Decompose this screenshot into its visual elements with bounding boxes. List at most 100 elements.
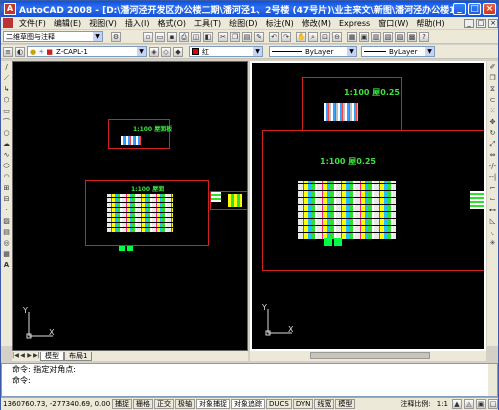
workspace-select[interactable]: 二维草图与注释 ▼: [3, 31, 103, 42]
stretch-icon[interactable]: ⇔: [488, 151, 497, 160]
lineweight-toggle[interactable]: 线宽: [314, 399, 335, 409]
menu-dimension[interactable]: 标注(N): [262, 18, 298, 29]
point-icon[interactable]: ·: [2, 206, 11, 215]
mirror-icon[interactable]: ⧖: [488, 85, 497, 94]
menu-view[interactable]: 视图(V): [85, 18, 121, 29]
snap-toggle[interactable]: 捕捉: [112, 399, 132, 409]
menu-edit[interactable]: 编辑(E): [50, 18, 85, 29]
make-current-layer-icon[interactable]: ◈: [149, 46, 159, 57]
break-icon[interactable]: ⌙: [488, 195, 497, 204]
cut-icon[interactable]: ✂: [218, 31, 228, 42]
sheet-set-icon[interactable]: ▧: [383, 31, 393, 42]
circle-icon[interactable]: ○: [2, 129, 11, 138]
command-prompt-line[interactable]: 命令:: [2, 375, 497, 386]
document-icon[interactable]: [3, 18, 13, 28]
title-bar[interactable]: A AutoCAD 2008 - [D:\潘河泾开发区办公楼二期\潘河泾1、2号…: [1, 1, 498, 17]
doc-restore-button[interactable]: □: [476, 18, 486, 28]
polyline-icon[interactable]: ↳: [2, 85, 11, 94]
revcloud-icon[interactable]: ☁: [2, 140, 11, 149]
color-select[interactable]: 红 ▼: [189, 46, 263, 57]
ellipse-icon[interactable]: ⬭: [2, 162, 11, 171]
arc-icon[interactable]: ⌒: [2, 118, 11, 127]
osnap-toggle[interactable]: 对象捕捉: [196, 399, 230, 409]
polar-toggle[interactable]: 极轴: [175, 399, 195, 409]
region-icon[interactable]: ◎: [2, 239, 11, 248]
tab-model[interactable]: 模型: [40, 351, 64, 361]
command-window[interactable]: 命令: 指定对角点: 命令:: [1, 363, 498, 397]
break-point-icon[interactable]: ⌐: [488, 184, 497, 193]
layer-previous-icon[interactable]: ◇: [161, 46, 171, 57]
quickcalc-icon[interactable]: ▩: [407, 31, 417, 42]
zoom-realtime-icon[interactable]: ⌕: [308, 31, 318, 42]
chevron-down-icon[interactable]: ▼: [425, 47, 434, 56]
spline-icon[interactable]: ∿: [2, 151, 11, 160]
linetype-select[interactable]: ByLayer ▼: [269, 46, 357, 57]
print-preview-icon[interactable]: ◫: [191, 31, 201, 42]
make-block-icon[interactable]: ⊟: [2, 195, 11, 204]
insert-block-icon[interactable]: ⊞: [2, 184, 11, 193]
save-icon[interactable]: ▪: [167, 31, 177, 42]
ducs-toggle[interactable]: DUCS: [266, 399, 292, 409]
hatch-icon[interactable]: ▨: [2, 217, 11, 226]
annotation-scale-value[interactable]: 1:1: [434, 400, 451, 408]
horizontal-scrollbar[interactable]: [250, 351, 486, 361]
markup-icon[interactable]: ▨: [395, 31, 405, 42]
otrack-toggle[interactable]: 对象追踪: [231, 399, 265, 409]
clean-screen-icon[interactable]: □: [488, 399, 498, 409]
print-icon[interactable]: ⎙: [179, 31, 189, 42]
rotate-icon[interactable]: ↻: [488, 129, 497, 138]
array-icon[interactable]: ⁙: [488, 107, 497, 116]
annotation-visibility-icon[interactable]: ▲: [452, 399, 462, 409]
menu-help[interactable]: 帮助(H): [412, 18, 448, 29]
model-toggle[interactable]: 模型: [335, 399, 356, 409]
gradient-icon[interactable]: ▤: [2, 228, 11, 237]
chevron-down-icon[interactable]: ▼: [347, 47, 356, 56]
lock-icon[interactable]: ▣: [476, 399, 486, 409]
menu-file[interactable]: 文件(F): [15, 18, 50, 29]
match-properties-icon[interactable]: ✎: [254, 31, 264, 42]
chevron-down-icon[interactable]: ▼: [93, 32, 102, 41]
layer-manager-icon[interactable]: ≡: [3, 46, 13, 57]
open-file-icon[interactable]: ▭: [155, 31, 165, 42]
undo-icon[interactable]: ↶: [269, 31, 279, 42]
menu-draw[interactable]: 绘图(D): [225, 18, 261, 29]
rectangle-icon[interactable]: ▭: [2, 107, 11, 116]
new-file-icon[interactable]: ▫: [143, 31, 153, 42]
polygon-icon[interactable]: ⬡: [2, 96, 11, 105]
tab-next-icon[interactable]: ▶: [26, 352, 33, 360]
zoom-previous-icon[interactable]: ⊖: [332, 31, 342, 42]
menu-tools[interactable]: 工具(T): [190, 18, 225, 29]
fillet-icon[interactable]: ◟: [488, 228, 497, 237]
paste-icon[interactable]: ▤: [242, 31, 252, 42]
publish-icon[interactable]: ◧: [203, 31, 213, 42]
help-icon[interactable]: ?: [419, 31, 429, 42]
redo-icon[interactable]: ↷: [281, 31, 291, 42]
zoom-window-icon[interactable]: ⊡: [320, 31, 330, 42]
chevron-down-icon[interactable]: ▼: [137, 47, 146, 56]
doc-minimize-button[interactable]: _: [464, 18, 474, 28]
doc-close-button[interactable]: ×: [488, 18, 498, 28]
tab-layout1[interactable]: 布局1: [64, 351, 93, 361]
menu-format[interactable]: 格式(O): [153, 18, 190, 29]
tool-palettes-icon[interactable]: ▥: [371, 31, 381, 42]
workspace-settings-icon[interactable]: ⚙: [111, 31, 121, 42]
copy-icon[interactable]: ❐: [488, 74, 497, 83]
menu-window[interactable]: 窗口(W): [374, 18, 412, 29]
layer-isolate-icon[interactable]: ◆: [173, 46, 183, 57]
grid-toggle[interactable]: 栅格: [133, 399, 153, 409]
trim-icon[interactable]: -/-: [488, 162, 497, 171]
chevron-down-icon[interactable]: ▼: [253, 47, 262, 56]
menu-express[interactable]: Express: [335, 19, 374, 28]
menu-modify[interactable]: 修改(M): [298, 18, 335, 29]
tab-last-icon[interactable]: ▶|: [33, 352, 40, 360]
dyn-toggle[interactable]: DYN: [292, 399, 314, 409]
explode-icon[interactable]: ✳: [488, 239, 497, 248]
viewport-left[interactable]: 1:100 屋面板 1:100 屋面 Y X: [12, 61, 248, 351]
command-scrollbar[interactable]: [488, 364, 497, 396]
move-icon[interactable]: ✥: [488, 118, 497, 127]
join-icon[interactable]: ⊷: [488, 206, 497, 215]
mtext-icon[interactable]: A: [2, 261, 11, 270]
table-icon[interactable]: ▦: [2, 250, 11, 259]
erase-icon[interactable]: ✐: [488, 63, 497, 72]
viewport-right-active[interactable]: 1:100 屋0.25 1:100 屋0.25 Y X: [250, 61, 486, 351]
